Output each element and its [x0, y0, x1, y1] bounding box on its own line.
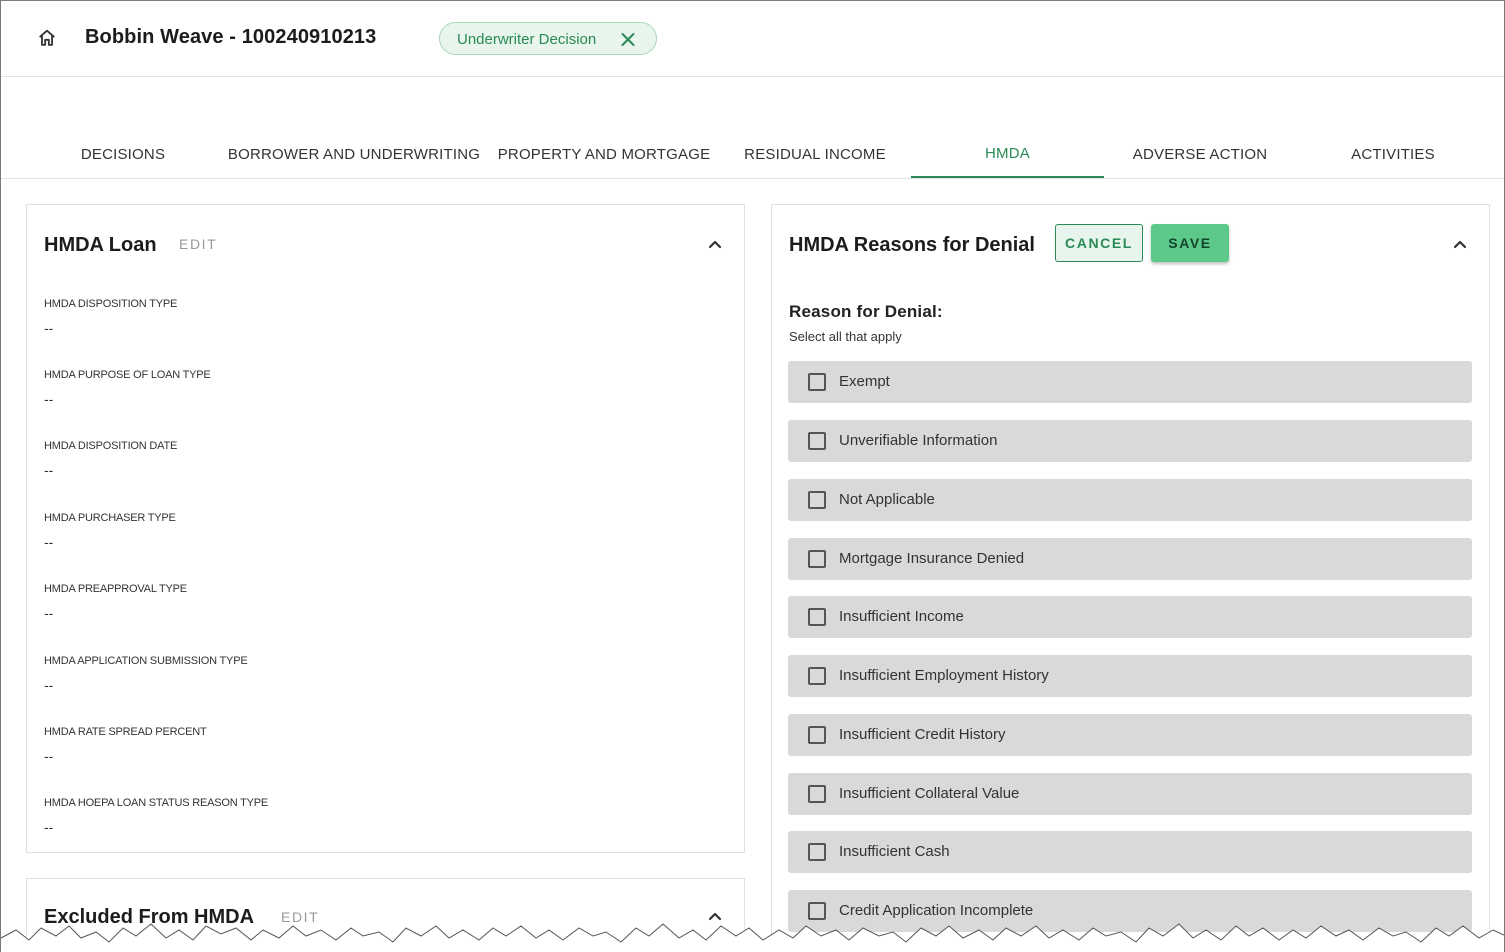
field-label: HMDA RATE SPREAD PERCENT — [44, 726, 207, 738]
reason-option-insufficient-employment-history[interactable]: Insufficient Employment History — [788, 655, 1472, 697]
reason-option-not-applicable[interactable]: Not Applicable — [788, 479, 1472, 521]
option-label: Insufficient Credit History — [839, 726, 1006, 743]
hmda-loan-card: HMDA Loan EDIT HMDA DISPOSITION TYPE -- … — [26, 204, 745, 853]
chevron-up-icon[interactable] — [707, 238, 723, 250]
reason-option-unverifiable-information[interactable]: Unverifiable Information — [788, 420, 1472, 462]
option-label: Unverifiable Information — [839, 432, 998, 449]
page-title: Bobbin Weave - 100240910213 — [85, 26, 377, 48]
checkbox[interactable] — [808, 843, 826, 861]
close-icon[interactable] — [620, 30, 636, 48]
chip-label: Underwriter Decision — [457, 31, 597, 48]
reason-option-insufficient-collateral-value[interactable]: Insufficient Collateral Value — [788, 773, 1472, 815]
option-label: Mortgage Insurance Denied — [839, 550, 1025, 567]
checkbox[interactable] — [808, 785, 826, 803]
field-value: -- — [44, 605, 54, 621]
option-label: Insufficient Collateral Value — [839, 785, 1020, 802]
field-value: -- — [44, 462, 54, 478]
field-label: HMDA PURCHASER TYPE — [44, 512, 176, 524]
field-value: -- — [44, 677, 54, 693]
tab-activities[interactable]: ACTIVITIES — [1301, 131, 1485, 178]
field-label: HMDA HOEPA LOAN STATUS REASON TYPE — [44, 797, 269, 809]
field-label: HMDA PREAPPROVAL TYPE — [44, 583, 187, 595]
hmda-loan-title: HMDA Loan — [44, 234, 157, 256]
checkbox[interactable] — [808, 550, 826, 568]
app-window: Bobbin Weave - 100240910213 Underwriter … — [0, 0, 1505, 952]
option-label: Insufficient Employment History — [839, 667, 1049, 684]
field-label: HMDA APPLICATION SUBMISSION TYPE — [44, 655, 248, 667]
field-value: -- — [44, 391, 54, 407]
torn-edge — [1, 923, 1504, 952]
hmda-loan-edit-link[interactable]: EDIT — [179, 236, 217, 252]
reason-option-insufficient-credit-history[interactable]: Insufficient Credit History — [788, 714, 1472, 756]
save-button[interactable]: SAVE — [1151, 224, 1229, 262]
option-label: Insufficient Cash — [839, 843, 950, 860]
hmda-reasons-for-denial-card: HMDA Reasons for Denial CANCEL SAVE Reas… — [771, 204, 1490, 952]
option-label: Insufficient Income — [839, 608, 964, 625]
tab-hmda[interactable]: HMDA — [911, 131, 1104, 178]
option-label: Not Applicable — [839, 491, 935, 508]
checkbox[interactable] — [808, 608, 826, 626]
field-label: HMDA PURPOSE OF LOAN TYPE — [44, 369, 211, 381]
checkbox[interactable] — [808, 432, 826, 450]
checkbox[interactable] — [808, 491, 826, 509]
checkbox[interactable] — [808, 373, 826, 391]
tab-decisions[interactable]: DECISIONS — [31, 131, 215, 178]
field-label: HMDA DISPOSITION TYPE — [44, 298, 178, 310]
field-value: -- — [44, 748, 54, 764]
reason-heading: Reason for Denial: — [789, 302, 943, 321]
reason-option-insufficient-cash[interactable]: Insufficient Cash — [788, 831, 1472, 873]
chevron-up-icon[interactable] — [1452, 238, 1468, 250]
tab-adverse-action[interactable]: ADVERSE ACTION — [1111, 131, 1289, 178]
tab-bar: DECISIONS BORROWER AND UNDERWRITING PROP… — [1, 131, 1504, 179]
field-value: -- — [44, 320, 54, 336]
option-label: Exempt — [839, 373, 890, 390]
denial-title: HMDA Reasons for Denial — [789, 234, 1035, 256]
reason-option-insufficient-income[interactable]: Insufficient Income — [788, 596, 1472, 638]
tab-borrower-and-underwriting[interactable]: BORROWER AND UNDERWRITING — [227, 131, 481, 178]
field-value: -- — [44, 819, 54, 835]
checkbox[interactable] — [808, 726, 826, 744]
reason-option-exempt[interactable]: Exempt — [788, 361, 1472, 403]
top-bar: Bobbin Weave - 100240910213 Underwriter … — [1, 1, 1504, 77]
home-icon[interactable] — [36, 27, 58, 49]
cancel-button[interactable]: CANCEL — [1055, 224, 1143, 262]
field-label: HMDA DISPOSITION DATE — [44, 440, 178, 452]
tab-property-and-mortgage[interactable]: PROPERTY AND MORTGAGE — [493, 131, 715, 178]
field-value: -- — [44, 534, 54, 550]
tab-residual-income[interactable]: RESIDUAL INCOME — [727, 131, 903, 178]
checkbox[interactable] — [808, 667, 826, 685]
underwriter-decision-chip[interactable]: Underwriter Decision — [439, 22, 657, 55]
reason-subheading: Select all that apply — [789, 329, 902, 344]
reason-option-mortgage-insurance-denied[interactable]: Mortgage Insurance Denied — [788, 538, 1472, 580]
